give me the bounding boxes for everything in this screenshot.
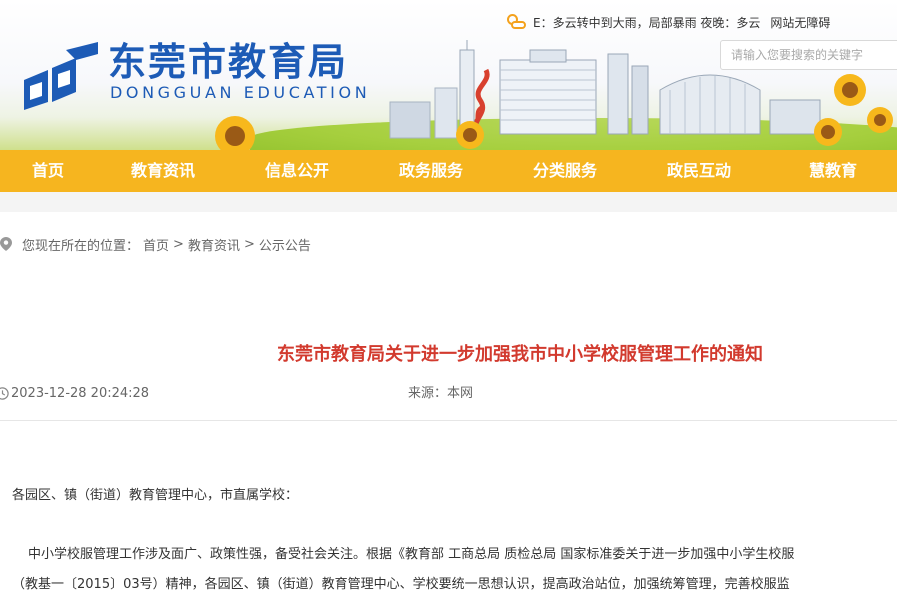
sunflower-decoration (215, 116, 255, 150)
nav-item-education-news[interactable]: 教育资讯 (96, 150, 230, 192)
weather-text: E：多云转中到大雨，局部暴雨 夜晚：多云 (533, 15, 761, 30)
nav-item-info-disclosure[interactable]: 信息公开 (230, 150, 364, 192)
breadcrumb-prefix: 您现在所在的位置： (22, 238, 140, 254)
weather-bar: E：多云转中到大雨，局部暴雨 夜晚：多云 网站无障碍 (505, 12, 830, 32)
article-source: 来源：本网 (408, 386, 474, 401)
logo-chinese-name: 东莞市教育局 (108, 40, 349, 84)
dongguan-education-logo-icon (24, 42, 98, 110)
nav-item-category-services[interactable]: 分类服务 (498, 150, 632, 192)
breadcrumb: 您现在所在的位置： 首页 > 教育资讯 > 公示公告 (0, 234, 311, 254)
nav-item-public-interaction[interactable]: 政民互动 (632, 150, 766, 192)
logo-english-name: DONGGUAN EDUCATION (110, 83, 371, 102)
weather-cloudy-sun-icon (505, 13, 527, 31)
site-header: E：多云转中到大雨，局部暴雨 夜晚：多云 网站无障碍 东莞市教育局 DONGGU… (0, 0, 897, 150)
search-box[interactable] (720, 40, 897, 70)
breadcrumb-public-notices[interactable]: 公示公告 (259, 235, 311, 254)
breadcrumb-separator: > (243, 236, 255, 252)
nav-item-smart-education[interactable]: 慧教育 (766, 150, 897, 192)
main-nav: 首页 教育资讯 信息公开 政务服务 分类服务 政民互动 慧教育 (0, 150, 897, 192)
location-pin-icon (0, 237, 12, 251)
nav-spacer (0, 192, 897, 212)
article-paragraph: 中小学校服管理工作涉及面广、政策性强，备受社会关注。根据《教育部 工商总局 质检… (28, 547, 795, 562)
search-input[interactable] (721, 41, 897, 69)
breadcrumb-education-news[interactable]: 教育资讯 (188, 235, 240, 254)
article-salutation: 各园区、镇（街道）教育管理中心，市直属学校： (12, 488, 299, 503)
breadcrumb-home[interactable]: 首页 (143, 235, 169, 254)
nav-item-home[interactable]: 首页 (0, 150, 96, 192)
site-logo[interactable]: 东莞市教育局 DONGGUAN EDUCATION (18, 40, 370, 112)
publish-date: 2023-12-28 20:24:28 (11, 386, 150, 401)
article-meta: 2023-12-28 20:24:28 来源：本网 (0, 384, 897, 404)
article-paragraph: （教基一〔2015〕03号）精神，各园区、镇（街道）教育管理中心、学校要统一思想… (12, 577, 790, 592)
accessibility-link[interactable]: 网站无障碍 (770, 14, 830, 31)
clock-icon (0, 387, 9, 400)
nav-item-government-services[interactable]: 政务服务 (364, 150, 498, 192)
content-divider (0, 420, 897, 421)
breadcrumb-separator: > (173, 236, 184, 252)
article-title: 东莞市教育局关于进一步加强我市中小学校服管理工作的通知 (277, 344, 763, 365)
